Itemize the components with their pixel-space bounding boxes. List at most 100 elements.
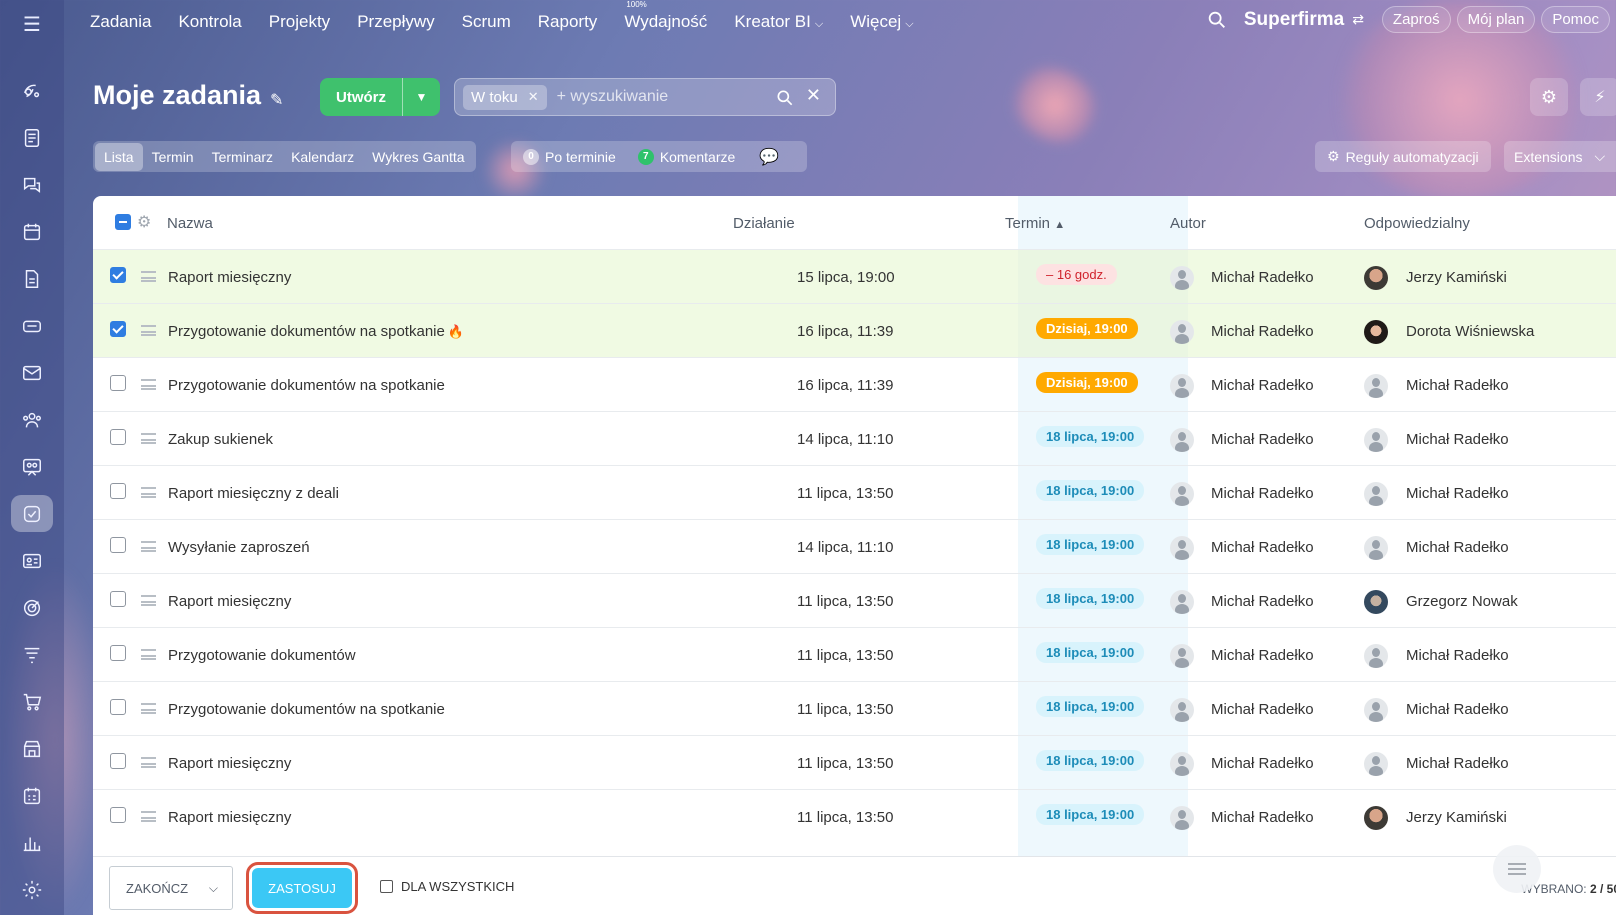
row-checkbox[interactable]	[110, 321, 126, 337]
filter-chip[interactable]: W toku ✕	[463, 84, 547, 110]
responsible-avatar[interactable]	[1364, 590, 1388, 614]
responsible-name[interactable]: Michał Radełko	[1406, 377, 1509, 394]
nav-zadania[interactable]: Zadania	[90, 12, 151, 32]
author-avatar[interactable]	[1170, 698, 1194, 722]
table-row[interactable]: Wysyłanie zaproszeń 14 lipca, 11:10 18 lip…	[93, 519, 1616, 573]
author-avatar[interactable]	[1170, 590, 1194, 614]
settings-icon[interactable]	[11, 871, 53, 908]
author-avatar[interactable]	[1170, 806, 1194, 830]
gear-icon[interactable]: ⚙	[1530, 78, 1568, 116]
tab-terminarz[interactable]: Terminarz	[203, 143, 282, 171]
author-avatar[interactable]	[1170, 266, 1194, 290]
responsible-avatar[interactable]	[1364, 536, 1388, 560]
author-name[interactable]: Michał Radełko	[1211, 323, 1314, 340]
nav-kreator-bi[interactable]: Kreator BI ⌵	[734, 12, 823, 32]
chat-check-icon[interactable]: 💬	[759, 147, 779, 167]
tasks-icon[interactable]	[11, 495, 53, 532]
table-row[interactable]: Raport miesięczny 11 lipca, 13:50 18 lipca…	[93, 789, 1616, 843]
deadline-badge[interactable]: 18 lipca, 19:00	[1036, 480, 1145, 501]
responsible-avatar[interactable]	[1364, 374, 1388, 398]
drag-handle-icon[interactable]	[141, 541, 156, 552]
responsible-name[interactable]: Michał Radełko	[1406, 539, 1509, 556]
author-name[interactable]: Michał Radełko	[1211, 593, 1314, 610]
column-settings-icon[interactable]: ⚙	[137, 212, 151, 232]
responsible-avatar[interactable]	[1364, 482, 1388, 506]
deadline-badge[interactable]: Dzisiaj, 19:00	[1036, 372, 1138, 393]
swap-icon[interactable]: ⇄	[1352, 11, 1364, 28]
author-name[interactable]: Michał Radełko	[1211, 377, 1314, 394]
calendar-icon[interactable]	[11, 213, 53, 250]
responsible-avatar[interactable]	[1364, 806, 1388, 830]
author-avatar[interactable]	[1170, 644, 1194, 668]
checkbox[interactable]	[380, 880, 393, 893]
apply-button[interactable]: ZASTOSUJ	[246, 862, 358, 914]
cart-icon[interactable]	[11, 683, 53, 720]
author-name[interactable]: Michał Radełko	[1211, 269, 1314, 286]
table-row[interactable]: Przygotowanie dokumentów na spotkanie 🔥 16…	[93, 303, 1616, 358]
drag-handle-icon[interactable]	[141, 595, 156, 606]
close-icon[interactable]: ✕	[528, 89, 539, 105]
author-name[interactable]: Michał Radełko	[1211, 809, 1314, 826]
drag-handle-icon[interactable]	[141, 379, 156, 390]
for-all-checkbox[interactable]: DLA WSZYSTKICH	[380, 879, 514, 894]
author-avatar[interactable]	[1170, 374, 1194, 398]
drag-handle-icon[interactable]	[141, 703, 156, 714]
deadline-badge[interactable]: 18 lipca, 19:00	[1036, 534, 1145, 555]
author-name[interactable]: Michał Radełko	[1211, 755, 1314, 772]
table-row[interactable]: Przygotowanie dokumentów na spotkanie 11 …	[93, 681, 1616, 735]
search-box[interactable]: W toku ✕ ✕	[454, 78, 836, 116]
search-input[interactable]	[556, 88, 777, 106]
drag-handle-icon[interactable]	[141, 811, 156, 822]
crm-icon[interactable]	[11, 542, 53, 579]
author-avatar[interactable]	[1170, 536, 1194, 560]
task-name[interactable]: Przygotowanie dokumentów	[168, 647, 356, 664]
deadline-badge[interactable]: – 16 godz.	[1036, 264, 1117, 285]
deadline-badge[interactable]: 18 lipca, 19:00	[1036, 588, 1145, 609]
comments-counter[interactable]: 7 Komentarze	[637, 148, 735, 165]
row-checkbox[interactable]	[110, 699, 126, 715]
task-name[interactable]: Raport miesięczny	[168, 755, 291, 772]
bolt-icon[interactable]: ⚡	[1580, 78, 1616, 116]
table-row[interactable]: Raport miesięczny 11 lipca, 13:50 18 lipca…	[93, 573, 1616, 627]
author-avatar[interactable]	[1170, 428, 1194, 452]
feed-icon[interactable]	[11, 72, 53, 109]
search-icon[interactable]	[1206, 9, 1228, 31]
extensions-button[interactable]: Extensions ⌵	[1504, 141, 1616, 172]
row-checkbox[interactable]	[110, 375, 126, 391]
deadline-badge[interactable]: 18 lipca, 19:00	[1036, 696, 1145, 717]
overdue-counter[interactable]: 0 Po terminie	[523, 148, 616, 165]
chevron-down-icon[interactable]: ▼	[403, 90, 440, 104]
nav-projekty[interactable]: Projekty	[269, 12, 330, 32]
row-checkbox[interactable]	[110, 753, 126, 769]
tab-gantt[interactable]: Wykres Gantta	[363, 143, 473, 171]
drag-handle-icon[interactable]	[141, 487, 156, 498]
author-name[interactable]: Michał Radełko	[1211, 647, 1314, 664]
responsible-name[interactable]: Michał Radełko	[1406, 647, 1509, 664]
create-button[interactable]: Utwórz ▼	[320, 78, 440, 116]
task-name[interactable]: Przygotowanie dokumentów na spotkanie	[168, 701, 445, 718]
drag-handle-icon[interactable]	[141, 271, 156, 282]
tasks-list-icon[interactable]	[11, 119, 53, 156]
header-responsible[interactable]: Odpowiedzialny	[1364, 215, 1470, 232]
table-row[interactable]: Przygotowanie dokumentów na spotkanie 16 …	[93, 357, 1616, 411]
table-row[interactable]: Zakup sukienek 14 lipca, 11:10 18 lipca, 1…	[93, 411, 1616, 465]
pin-icon[interactable]: ✎	[270, 90, 283, 110]
help-button[interactable]: Pomoc	[1541, 6, 1610, 33]
task-name[interactable]: Zakup sukienek	[168, 431, 273, 448]
row-checkbox[interactable]	[110, 483, 126, 499]
clear-icon[interactable]: ✕	[806, 85, 821, 106]
responsible-avatar[interactable]	[1364, 428, 1388, 452]
automation-rules-button[interactable]: ⚙ Reguły automatyzacji	[1315, 141, 1491, 172]
board-icon[interactable]	[11, 448, 53, 485]
responsible-name[interactable]: Dorota Wiśniewska	[1406, 323, 1534, 340]
row-checkbox[interactable]	[110, 645, 126, 661]
schedule-icon[interactable]	[11, 777, 53, 814]
responsible-avatar[interactable]	[1364, 752, 1388, 776]
chat-icon[interactable]	[11, 166, 53, 203]
list-menu-icon[interactable]	[1493, 845, 1541, 893]
header-deadline[interactable]: Termin ▲	[1005, 215, 1065, 232]
author-avatar[interactable]	[1170, 482, 1194, 506]
responsible-avatar[interactable]	[1364, 644, 1388, 668]
responsible-name[interactable]: Jerzy Kamiński	[1406, 809, 1507, 826]
menu-icon[interactable]: ☰	[18, 14, 46, 36]
